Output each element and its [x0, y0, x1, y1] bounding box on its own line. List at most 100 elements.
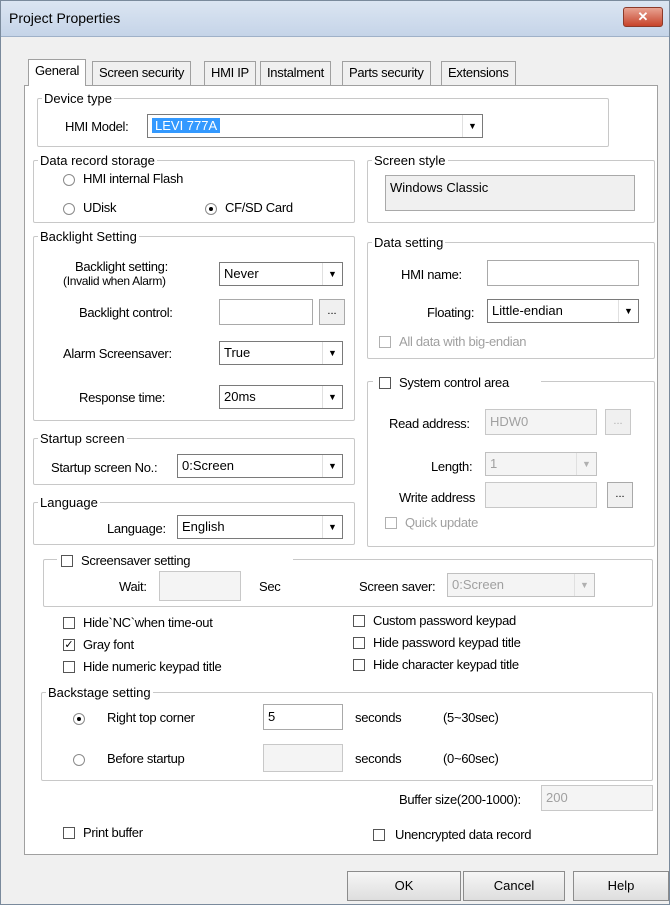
hmi-name-field[interactable]	[487, 260, 639, 286]
unencrypted-data-record-label: Unencrypted data record	[395, 827, 532, 842]
response-time-select[interactable]: 20ms ▼	[219, 385, 343, 409]
read-address-label: Read address:	[389, 416, 470, 431]
custom-password-keypad-checkbox[interactable]	[353, 615, 365, 627]
backlight-control-label: Backlight control:	[79, 305, 173, 320]
gray-font-checkbox[interactable]: ✓	[63, 639, 75, 651]
startup-screen-label: Startup screen No.:	[51, 460, 158, 475]
right-top-seconds-unit: seconds	[355, 710, 402, 725]
floating-label: Floating:	[427, 305, 475, 320]
read-address-field[interactable]: HDW0	[485, 409, 597, 435]
screensaver-checkbox[interactable]	[61, 555, 73, 567]
read-address-browse-button[interactable]: ...	[605, 409, 631, 435]
window-title: Project Properties	[9, 10, 121, 26]
print-buffer-label: Print buffer	[83, 825, 143, 840]
hide-nc-checkbox[interactable]	[63, 617, 75, 629]
hide-character-keypad-label: Hide character keypad title	[373, 657, 519, 672]
chevron-down-icon: ▼	[462, 115, 482, 137]
before-startup-seconds-field[interactable]	[263, 744, 343, 772]
before-startup-label: Before startup	[107, 751, 185, 766]
hide-numeric-keypad-label: Hide numeric keypad title	[83, 659, 222, 674]
sec-label: Sec	[259, 579, 281, 594]
data-setting-legend: Data setting	[374, 235, 444, 250]
system-control-legend: System control area	[373, 373, 541, 391]
screensaver-label: Screensaver setting	[81, 553, 191, 568]
unencrypted-data-record-checkbox[interactable]	[373, 829, 385, 841]
floating-select[interactable]: Little-endian ▼	[487, 299, 639, 323]
language-value: English	[182, 519, 225, 534]
alarm-screensaver-value: True	[224, 345, 251, 360]
tab-parts-security[interactable]: Parts security	[342, 61, 431, 85]
cancel-button[interactable]: Cancel	[463, 871, 565, 901]
screen-style-value: Windows Classic	[390, 180, 489, 195]
big-endian-checkbox[interactable]	[379, 336, 391, 348]
tab-hmi-ip[interactable]: HMI IP	[204, 61, 256, 85]
hide-nc-label: Hide`NC`when time-out	[83, 615, 213, 630]
length-select[interactable]: 1 ▼	[485, 452, 597, 476]
close-button[interactable]: ✕	[623, 7, 663, 27]
data-record-storage-group: Data record storage	[33, 153, 355, 223]
buffer-size-label: Buffer size(200-1000):	[399, 792, 521, 807]
custom-password-keypad-label: Custom password keypad	[373, 613, 516, 628]
language-legend: Language	[40, 495, 98, 510]
print-buffer-checkbox[interactable]	[63, 827, 75, 839]
hide-numeric-keypad-checkbox[interactable]	[63, 661, 75, 673]
hmi-internal-flash-radio[interactable]	[63, 174, 75, 186]
language-label: Language:	[107, 521, 166, 536]
startup-screen-legend: Startup screen	[40, 431, 125, 446]
hide-password-keypad-label: Hide password keypad title	[373, 635, 521, 650]
before-startup-range: (0~60sec)	[443, 751, 499, 766]
before-startup-seconds-unit: seconds	[355, 751, 402, 766]
hmi-model-select[interactable]: LEVI 777A ▼	[147, 114, 483, 138]
screensaver-legend: Screensaver setting	[57, 551, 293, 569]
screen-style-field[interactable]: Windows Classic	[385, 175, 635, 211]
screen-style-legend: Screen style	[374, 153, 446, 168]
alarm-screensaver-select[interactable]: True ▼	[219, 341, 343, 365]
backlight-setting-sublabel: (Invalid when Alarm)	[63, 274, 166, 288]
udisk-radio[interactable]	[63, 203, 75, 215]
udisk-label: UDisk	[83, 200, 117, 215]
right-top-corner-radio[interactable]	[73, 713, 85, 725]
startup-screen-select[interactable]: 0:Screen ▼	[177, 454, 343, 478]
write-address-browse-button[interactable]: ...	[607, 482, 633, 508]
hmi-model-value: LEVI 777A	[152, 118, 221, 133]
tab-general[interactable]: General	[28, 59, 87, 86]
big-endian-label: All data with big-endian	[399, 334, 527, 349]
backstage-setting-legend: Backstage setting	[48, 685, 151, 700]
hide-character-keypad-checkbox[interactable]	[353, 659, 365, 671]
chevron-down-icon: ▼	[574, 574, 594, 596]
floating-value: Little-endian	[492, 303, 563, 318]
quick-update-label: Quick update	[405, 515, 479, 530]
wait-field[interactable]	[159, 571, 241, 601]
chevron-down-icon: ▼	[322, 516, 342, 538]
before-startup-radio[interactable]	[73, 754, 85, 766]
length-value: 1	[490, 456, 498, 471]
hmi-name-label: HMI name:	[401, 267, 462, 282]
tab-instalment[interactable]: Instalment	[260, 61, 331, 85]
cf-sd-card-radio[interactable]	[205, 203, 217, 215]
system-control-checkbox[interactable]	[379, 377, 391, 389]
hide-password-keypad-checkbox[interactable]	[353, 637, 365, 649]
tab-screen-security[interactable]: Screen security	[92, 61, 192, 85]
backlight-control-browse-button[interactable]: ...	[319, 299, 345, 325]
ok-button[interactable]: OK	[347, 871, 461, 901]
tab-extensions[interactable]: Extensions	[441, 61, 516, 85]
gray-font-label: Gray font	[83, 637, 134, 652]
screen-saver-select[interactable]: 0:Screen ▼	[447, 573, 595, 597]
backlight-control-field[interactable]	[219, 299, 313, 325]
backlight-setting-select[interactable]: Never ▼	[219, 262, 343, 286]
help-button[interactable]: Help	[573, 871, 669, 901]
right-top-range: (5~30sec)	[443, 710, 499, 725]
buffer-size-field[interactable]: 200	[541, 785, 653, 811]
write-address-field[interactable]	[485, 482, 597, 508]
read-address-value: HDW0	[490, 414, 529, 429]
title-bar[interactable]: Project Properties ✕	[1, 1, 669, 37]
chevron-down-icon: ▼	[322, 455, 342, 477]
hmi-model-label: HMI Model:	[65, 119, 129, 134]
chevron-down-icon: ▼	[618, 300, 638, 322]
right-top-seconds-field[interactable]: 5	[263, 704, 343, 730]
cf-sd-card-label: CF/SD Card	[225, 200, 293, 215]
language-select[interactable]: English ▼	[177, 515, 343, 539]
backlight-setting-legend: Backlight Setting	[40, 229, 137, 244]
quick-update-checkbox[interactable]	[385, 517, 397, 529]
wait-label: Wait:	[119, 579, 147, 594]
